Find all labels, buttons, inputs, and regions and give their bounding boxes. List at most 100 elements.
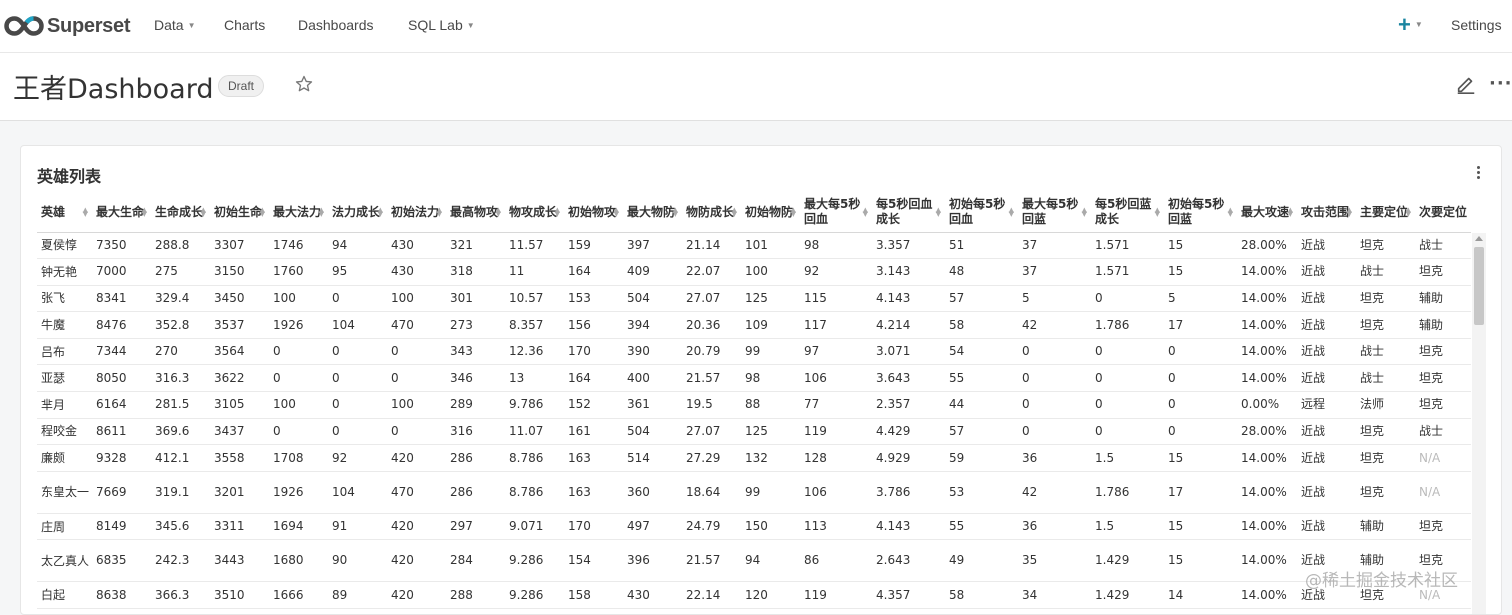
hero-table-wrapper[interactable]: 英雄 ▲ ▼ 最大生命 ▲ ▼ 生命成长 ▲ ▼ 初始生命 ▲ ▼ 最大法力 ▲ ▼ 法力成长 ▲ ▼…	[37, 193, 1471, 610]
column-header[interactable]: 生命成长 ▲ ▼	[151, 193, 210, 233]
column-header[interactable]: 最大物防 ▲ ▼	[623, 193, 682, 233]
table-cell: 21.14	[682, 232, 741, 260]
scroll-up-icon[interactable]	[1475, 236, 1483, 241]
nav-sqllab-menu[interactable]: SQL Lab ▼	[408, 17, 475, 33]
column-header[interactable]: 初始物防 ▲ ▼	[741, 193, 800, 233]
sort-icon[interactable]: ▲ ▼	[1155, 207, 1160, 218]
table-cell: 0	[1164, 338, 1237, 366]
sort-icon[interactable]: ▲ ▼	[1406, 207, 1411, 218]
column-header[interactable]: 最大生命 ▲ ▼	[92, 193, 151, 233]
column-header[interactable]: 物攻成长 ▲ ▼	[505, 193, 564, 233]
table-scrollbar[interactable]	[1472, 233, 1486, 614]
column-header[interactable]: 最大每5秒回蓝 ▲ ▼	[1018, 193, 1091, 233]
table-cell: 28.00%	[1237, 232, 1297, 260]
table-cell: 近战	[1297, 258, 1356, 286]
sort-icon[interactable]: ▲ ▼	[1288, 207, 1293, 218]
sort-icon[interactable]: ▲ ▼	[936, 207, 941, 218]
star-icon	[295, 75, 313, 92]
nav-charts-link[interactable]: Charts	[224, 17, 265, 33]
sort-icon[interactable]: ▲ ▼	[260, 207, 265, 218]
sort-icon[interactable]: ▲ ▼	[437, 207, 442, 218]
table-cell: 11.57	[505, 232, 564, 260]
table-cell: 17	[1164, 311, 1237, 339]
table-cell: 97	[800, 338, 872, 366]
nav-sqllab-label: SQL Lab	[408, 17, 463, 33]
table-row: 白起 8638 366.3 3510 1666 89 420 288 9.286 158 430 22…	[37, 581, 1471, 610]
sort-icon[interactable]: ▲ ▼	[201, 207, 206, 218]
column-header[interactable]: 初始生命 ▲ ▼	[210, 193, 269, 233]
nav-settings-menu[interactable]: Settings	[1451, 17, 1502, 33]
sort-icon[interactable]: ▲ ▼	[142, 207, 147, 218]
sort-icon[interactable]: ▲ ▼	[1347, 207, 1352, 218]
table-cell: 0	[1018, 391, 1091, 419]
table-cell: 0	[328, 338, 387, 366]
column-header[interactable]: 物防成长 ▲ ▼	[682, 193, 741, 233]
table-cell: 0	[387, 364, 446, 393]
table-cell: 37	[1018, 258, 1091, 286]
table-cell: 3150	[210, 258, 269, 286]
column-header[interactable]: 法力成长 ▲ ▼	[328, 193, 387, 233]
table-cell: 55	[945, 513, 1018, 541]
column-header[interactable]: 最大攻速 ▲ ▼	[1237, 193, 1297, 233]
sort-icon[interactable]: ▲ ▼	[378, 207, 383, 218]
sort-icon[interactable]: ▲ ▼	[732, 207, 737, 218]
table-cell: 远程	[1297, 391, 1356, 419]
sort-icon[interactable]: ▲ ▼	[863, 207, 868, 218]
sort-icon[interactable]: ▲ ▼	[791, 207, 796, 218]
column-header[interactable]: 最大法力 ▲ ▼	[269, 193, 328, 233]
nav-dashboards-link[interactable]: Dashboards	[298, 17, 374, 33]
column-header[interactable]: 初始物攻 ▲ ▼	[564, 193, 623, 233]
sort-icon[interactable]: ▲ ▼	[1082, 207, 1087, 218]
table-cell: 0	[1018, 418, 1091, 446]
column-header-label: 初始法力	[391, 204, 440, 219]
sort-icon[interactable]: ▲ ▼	[496, 207, 501, 218]
table-cell: 9.286	[505, 539, 564, 583]
sort-icon[interactable]: ▲ ▼	[673, 207, 678, 218]
dashboard-title[interactable]: 王者Dashboard	[13, 67, 213, 106]
table-row: 钟无艳 7000 275 3150 1760 95 430 318 11 164 409 22.07 1…	[37, 258, 1471, 286]
nav-data-menu[interactable]: Data ▼	[154, 17, 196, 33]
column-header[interactable]: 每5秒回血成长 ▲ ▼	[872, 193, 945, 233]
table-cell: 0	[328, 418, 387, 446]
sort-icon[interactable]: ▲ ▼	[614, 207, 619, 218]
chart-menu-button[interactable]	[1474, 164, 1482, 181]
favorite-star-button[interactable]	[294, 74, 314, 98]
column-header[interactable]: 每5秒回蓝成长 ▲ ▼	[1091, 193, 1164, 233]
column-header[interactable]: 初始法力 ▲ ▼	[387, 193, 446, 233]
column-header[interactable]: 攻击范围 ▲ ▼	[1297, 193, 1356, 233]
status-badge[interactable]: Draft	[218, 75, 265, 97]
table-cell: 0	[1091, 391, 1164, 419]
table-cell: 4.143	[872, 285, 945, 313]
table-cell: 3437	[210, 418, 269, 446]
sort-icon[interactable]: ▲ ▼	[555, 207, 560, 218]
more-options-button[interactable]: ···	[1489, 73, 1512, 94]
table-cell: 360	[623, 471, 682, 514]
sort-icon[interactable]: ▲ ▼	[319, 207, 324, 218]
new-item-menu[interactable]: + ▼	[1398, 12, 1423, 38]
table-cell: 太乙真人	[37, 539, 92, 583]
table-cell: 2.357	[872, 391, 945, 419]
scrollbar-thumb[interactable]	[1474, 247, 1484, 325]
sort-icon[interactable]: ▲ ▼	[83, 207, 88, 218]
edit-dashboard-button[interactable]	[1455, 73, 1477, 99]
table-row: 亚瑟 8050 316.3 3622 0 0 0 346 13 164 400 21.57 98 106 3…	[37, 364, 1471, 393]
column-header[interactable]: 最大每5秒回血 ▲ ▼	[800, 193, 872, 233]
sort-icon[interactable]: ▲ ▼	[1009, 207, 1014, 218]
table-cell: 3.143	[872, 258, 945, 286]
table-cell: 辅助	[1415, 285, 1471, 313]
sort-icon[interactable]: ▲ ▼	[1228, 207, 1233, 218]
table-cell: 14	[1164, 581, 1237, 610]
table-cell: 0	[1164, 418, 1237, 446]
column-header[interactable]: 最高物攻 ▲ ▼	[446, 193, 505, 233]
dashboard-header: 王者Dashboard Draft ···	[0, 53, 1512, 121]
column-header[interactable]: 主要定位 ▲ ▼	[1356, 193, 1415, 233]
table-cell: 庄周	[37, 513, 92, 541]
superset-logo[interactable]: Superset	[4, 12, 130, 40]
table-cell: 牛魔	[37, 311, 92, 339]
chart-title: 英雄列表	[37, 167, 102, 186]
column-header[interactable]: 初始每5秒回血 ▲ ▼	[945, 193, 1018, 233]
column-header[interactable]: 次要定位▲ ▼	[1415, 193, 1471, 233]
column-header[interactable]: 英雄 ▲ ▼	[37, 193, 92, 233]
column-header[interactable]: 初始每5秒回蓝 ▲ ▼	[1164, 193, 1237, 233]
table-cell: 273	[446, 311, 505, 339]
